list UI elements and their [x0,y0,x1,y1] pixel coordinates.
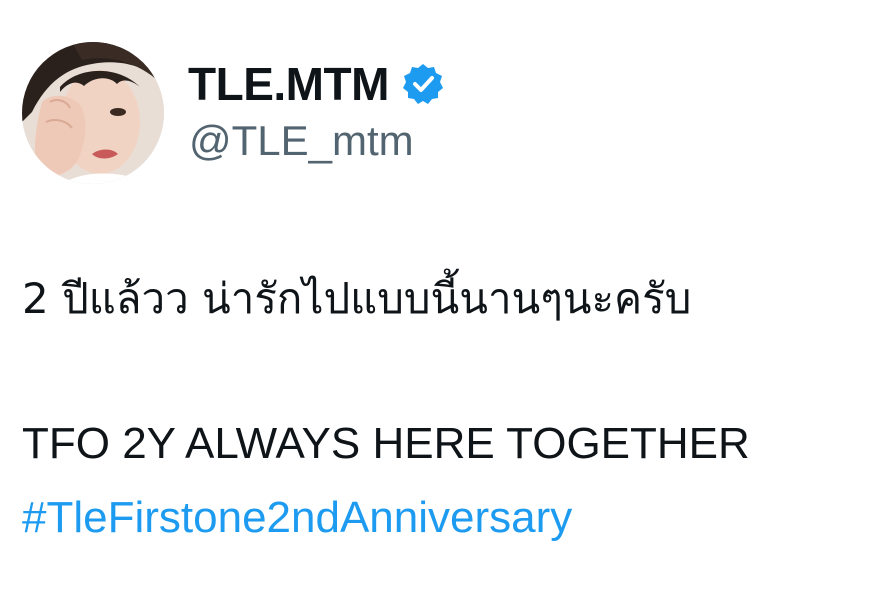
tweet-text-line: 2 ปีแล้วว น่ารักไปแบบนี้นานๆนะครับ [22,274,692,323]
user-handle[interactable]: @TLE_mtm [189,120,414,162]
display-name-row: TLE.MTM [188,56,445,112]
tweet-text-line: TFO 2Y ALWAYS HERE TOGETHER [22,419,750,468]
hashtag-link[interactable]: #TleFirstone2ndAnniversary [22,496,572,540]
avatar[interactable] [22,42,164,184]
verified-badge-icon [401,62,445,106]
profile-photo [22,42,164,184]
display-name[interactable]: TLE.MTM [188,61,389,107]
